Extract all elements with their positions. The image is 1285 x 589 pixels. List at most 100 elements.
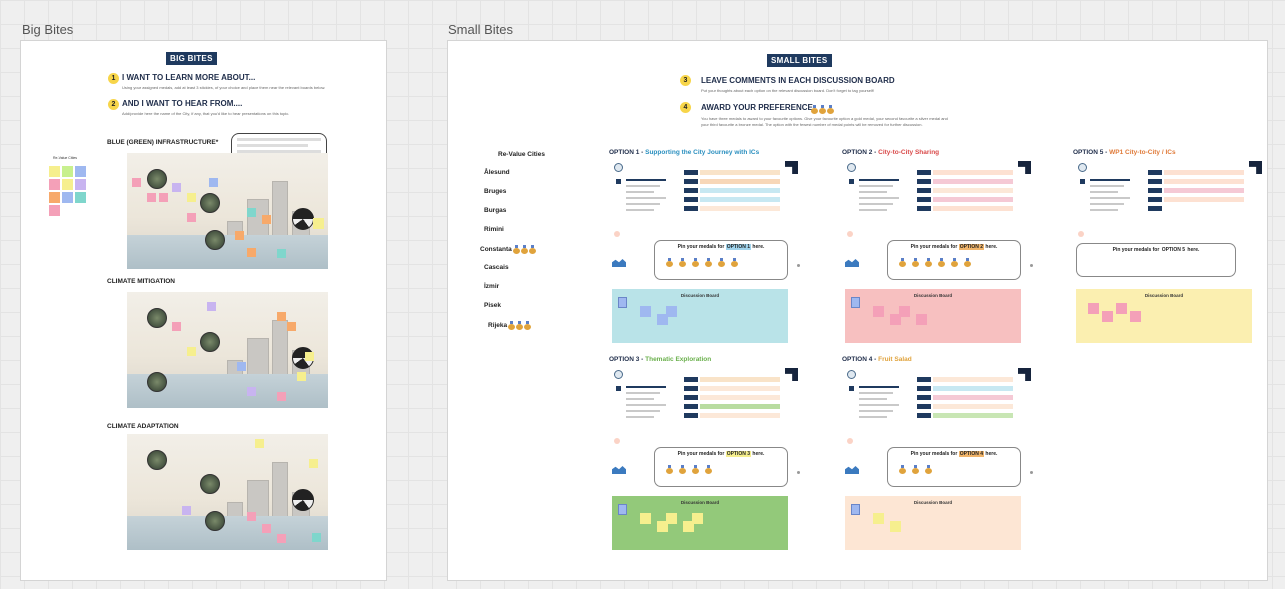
sticky-note[interactable]	[873, 306, 884, 317]
discussion-board[interactable]: Discussion Board	[612, 496, 788, 550]
sticky-note[interactable]	[235, 231, 244, 240]
sticky-note[interactable]	[305, 352, 314, 361]
legend-sticky[interactable]	[49, 192, 60, 203]
legend-sticky[interactable]	[62, 179, 73, 190]
medal-icon[interactable]	[912, 465, 919, 475]
medal-icon[interactable]	[718, 258, 725, 268]
sticky-note[interactable]	[1130, 311, 1141, 322]
sticky-note[interactable]	[187, 213, 196, 222]
sticky-note[interactable]	[916, 314, 927, 325]
discussion-board[interactable]: Discussion Board	[1076, 289, 1252, 343]
sticky-note[interactable]	[640, 306, 651, 317]
legend-sticky[interactable]	[62, 192, 73, 203]
medal-pin-box[interactable]: Pin your medals for OPTION 4 here.	[887, 447, 1021, 487]
medal-pin-box[interactable]: Pin your medals for OPTION 1 here.	[654, 240, 788, 280]
legend-sticky[interactable]	[62, 166, 73, 177]
city-scene-blue-green[interactable]	[127, 153, 328, 269]
medal-icon[interactable]	[705, 465, 712, 475]
frame-title-small-bites[interactable]: Small Bites	[448, 22, 513, 37]
medal-icon[interactable]	[899, 465, 906, 475]
medal-icon[interactable]	[912, 258, 919, 268]
medal-icon[interactable]	[925, 258, 932, 268]
discussion-board[interactable]: Discussion Board	[845, 289, 1021, 343]
legend-sticky[interactable]	[49, 166, 60, 177]
sticky-note[interactable]	[277, 392, 286, 401]
city-scene-mitigation[interactable]	[127, 292, 328, 408]
sticky-note[interactable]	[262, 524, 271, 533]
sticky-note[interactable]	[312, 533, 321, 542]
medal-icon[interactable]	[951, 258, 958, 268]
sticky-note[interactable]	[187, 193, 196, 202]
medal-icon[interactable]	[666, 465, 673, 475]
medal-icon[interactable]	[925, 465, 932, 475]
sticky-note[interactable]	[1116, 303, 1127, 314]
discussion-board[interactable]: Discussion Board	[612, 289, 788, 343]
sticky-note[interactable]	[207, 302, 216, 311]
sticky-note[interactable]	[209, 178, 218, 187]
sticky-note[interactable]	[132, 178, 141, 187]
sticky-legend[interactable]	[49, 166, 86, 230]
sticky-note[interactable]	[187, 347, 196, 356]
sticky-note[interactable]	[899, 306, 910, 317]
medal-pin-box[interactable]: Pin your medals for OPTION 3 here.	[654, 447, 788, 487]
sticky-note[interactable]	[182, 506, 191, 515]
sticky-note[interactable]	[666, 306, 677, 317]
medal-icon[interactable]	[899, 258, 906, 268]
sticky-note[interactable]	[666, 513, 677, 524]
option-content-panel[interactable]	[845, 368, 1033, 446]
medal-icon[interactable]	[508, 321, 516, 330]
option-content-panel[interactable]	[612, 161, 800, 239]
city-scene-adaptation[interactable]	[127, 434, 328, 550]
sticky-note[interactable]	[247, 512, 256, 521]
medal-icon[interactable]	[679, 258, 686, 268]
small-bites-frame[interactable]: SMALL BITES 3 LEAVE COMMENTS IN EACH DIS…	[447, 40, 1268, 581]
legend-sticky[interactable]	[75, 166, 86, 177]
option-content-panel[interactable]	[1076, 161, 1264, 239]
medal-icon[interactable]	[666, 258, 673, 268]
sticky-note[interactable]	[172, 322, 181, 331]
sticky-note[interactable]	[873, 513, 884, 524]
medal-icon[interactable]	[692, 258, 699, 268]
medal-pin-box[interactable]: Pin your medals for OPTION 5 here.	[1076, 243, 1236, 277]
sticky-note[interactable]	[313, 218, 324, 229]
legend-sticky[interactable]	[75, 192, 86, 203]
option-content-panel[interactable]	[845, 161, 1033, 239]
sticky-note[interactable]	[297, 372, 306, 381]
sticky-note[interactable]	[147, 193, 156, 202]
medal-icon[interactable]	[679, 465, 686, 475]
medal-icon[interactable]	[528, 245, 536, 254]
medal-icon[interactable]	[692, 465, 699, 475]
medal-icon[interactable]	[520, 245, 528, 254]
sticky-note[interactable]	[277, 312, 286, 321]
sticky-note[interactable]	[172, 183, 181, 192]
legend-sticky[interactable]	[49, 205, 60, 216]
sticky-note[interactable]	[237, 362, 246, 371]
big-bites-frame[interactable]: BIG BITES 1 I WANT TO LEARN MORE ABOUT..…	[20, 40, 387, 581]
medal-icon[interactable]	[938, 258, 945, 268]
medal-icon[interactable]	[524, 321, 532, 330]
sticky-note[interactable]	[890, 521, 901, 532]
medal-icon[interactable]	[516, 321, 524, 330]
legend-sticky[interactable]	[75, 179, 86, 190]
sticky-note[interactable]	[277, 249, 286, 258]
sticky-note[interactable]	[640, 513, 651, 524]
sticky-note[interactable]	[159, 193, 168, 202]
discussion-board[interactable]: Discussion Board	[845, 496, 1021, 550]
sticky-note[interactable]	[1088, 303, 1099, 314]
option-content-panel[interactable]	[612, 368, 800, 446]
sticky-note[interactable]	[1102, 311, 1113, 322]
sticky-note[interactable]	[287, 322, 296, 331]
sticky-note[interactable]	[262, 215, 271, 224]
sticky-note[interactable]	[247, 208, 256, 217]
medal-icon[interactable]	[964, 258, 971, 268]
sticky-note[interactable]	[277, 534, 286, 543]
medal-icon[interactable]	[731, 258, 738, 268]
legend-sticky[interactable]	[49, 179, 60, 190]
medal-icon[interactable]	[512, 245, 520, 254]
sticky-note[interactable]	[692, 513, 703, 524]
sticky-note[interactable]	[255, 439, 264, 448]
medal-pin-box[interactable]: Pin your medals for OPTION 2 here.	[887, 240, 1021, 280]
medal-icon[interactable]	[705, 258, 712, 268]
sticky-note[interactable]	[247, 387, 256, 396]
frame-title-big-bites[interactable]: Big Bites	[22, 22, 73, 37]
